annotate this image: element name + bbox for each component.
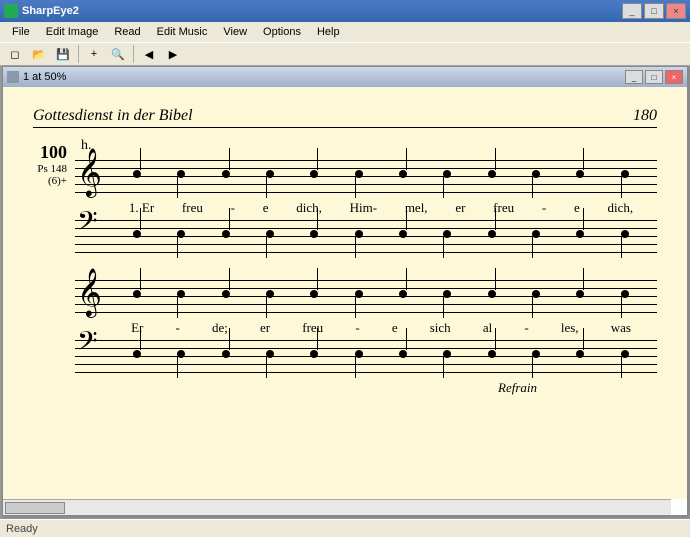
- treble-staff: 𝄞: [75, 276, 657, 312]
- bass-staff: 𝄢: [75, 336, 657, 372]
- child-window-controls: _ □ ×: [625, 70, 683, 84]
- status-ready: Ready: [6, 523, 38, 535]
- minimize-button[interactable]: _: [622, 3, 642, 19]
- menu-view[interactable]: View: [215, 24, 255, 40]
- score-page-number: 180: [633, 107, 657, 125]
- status-bar: Ready: [0, 519, 690, 537]
- menu-file[interactable]: File: [4, 24, 38, 40]
- tempo-marking: h.: [81, 138, 657, 154]
- child-title: 1 at 50%: [23, 71, 625, 83]
- psalm-ref: Ps 148: [9, 163, 67, 175]
- toolbar-separator: [133, 45, 134, 63]
- menu-edit-music[interactable]: Edit Music: [149, 24, 216, 40]
- horizontal-scrollbar[interactable]: [3, 499, 671, 515]
- score-page: Gottesdienst in der Bibel 180 100 Ps 148…: [3, 87, 687, 440]
- toolbar-separator: [78, 45, 79, 63]
- bass-clef-icon: 𝄢: [77, 208, 98, 240]
- toolbar: ◻ 📂 💾 + 🔍 ◀ ▶: [0, 42, 690, 66]
- child-maximize-button[interactable]: □: [645, 70, 663, 84]
- notes-row: [115, 276, 647, 312]
- treble-clef-icon: 𝄞: [77, 152, 102, 194]
- child-window: 1 at 50% _ □ × Gottesdienst in der Bibel…: [2, 66, 688, 516]
- child-minimize-button[interactable]: _: [625, 70, 643, 84]
- score-meta: 100 Ps 148 (6)+: [9, 142, 67, 187]
- tb-plus-button[interactable]: +: [83, 44, 105, 64]
- title-bar: SharpEye2 _ □ ×: [0, 0, 690, 22]
- menu-read[interactable]: Read: [106, 24, 148, 40]
- bass-staff: 𝄢: [75, 216, 657, 252]
- child-close-button[interactable]: ×: [665, 70, 683, 84]
- doc-icon: [7, 71, 19, 83]
- music-system-1: 𝄞 1. Erfreu-edich,Him-mel,erfreu-edich, …: [75, 156, 657, 252]
- maximize-button[interactable]: □: [644, 3, 664, 19]
- scroll-thumb[interactable]: [5, 502, 65, 514]
- menu-help[interactable]: Help: [309, 24, 348, 40]
- octave-note: (6)+: [9, 175, 67, 187]
- tb-new-button[interactable]: ◻: [4, 44, 26, 64]
- bass-clef-icon: 𝄢: [77, 328, 98, 360]
- treble-clef-icon: 𝄞: [77, 272, 102, 314]
- tb-open-button[interactable]: 📂: [28, 44, 50, 64]
- treble-staff: 𝄞: [75, 156, 657, 192]
- refrain-label: Refrain: [75, 380, 537, 396]
- tb-prev-button[interactable]: ◀: [138, 44, 160, 64]
- close-button[interactable]: ×: [666, 3, 686, 19]
- score-header: Gottesdienst in der Bibel 180: [33, 107, 657, 128]
- notes-row: [115, 336, 647, 372]
- menu-edit-image[interactable]: Edit Image: [38, 24, 107, 40]
- menu-options[interactable]: Options: [255, 24, 309, 40]
- lyrics-line-2: Er-de;erfreu-esichal-les,was: [115, 320, 647, 336]
- score-title: Gottesdienst in der Bibel: [33, 107, 193, 125]
- notes-row: [115, 156, 647, 192]
- tb-save-button[interactable]: 💾: [52, 44, 74, 64]
- hymn-number: 100: [9, 142, 67, 163]
- mdi-client-area: 1 at 50% _ □ × Gottesdienst in der Bibel…: [0, 66, 690, 519]
- notes-row: [115, 216, 647, 252]
- lyrics-line-1: 1. Erfreu-edich,Him-mel,erfreu-edich,: [115, 200, 647, 216]
- tb-next-button[interactable]: ▶: [162, 44, 184, 64]
- tb-zoom-button[interactable]: 🔍: [107, 44, 129, 64]
- score-viewport[interactable]: Gottesdienst in der Bibel 180 100 Ps 148…: [3, 87, 687, 499]
- window-controls: _ □ ×: [622, 3, 686, 19]
- child-title-bar: 1 at 50% _ □ ×: [3, 67, 687, 87]
- app-icon: [4, 4, 18, 18]
- menu-bar: File Edit Image Read Edit Music View Opt…: [0, 22, 690, 42]
- app-title: SharpEye2: [22, 5, 622, 17]
- music-system-2: 𝄞 Er-de;erfreu-esichal-les,was 𝄢: [75, 276, 657, 396]
